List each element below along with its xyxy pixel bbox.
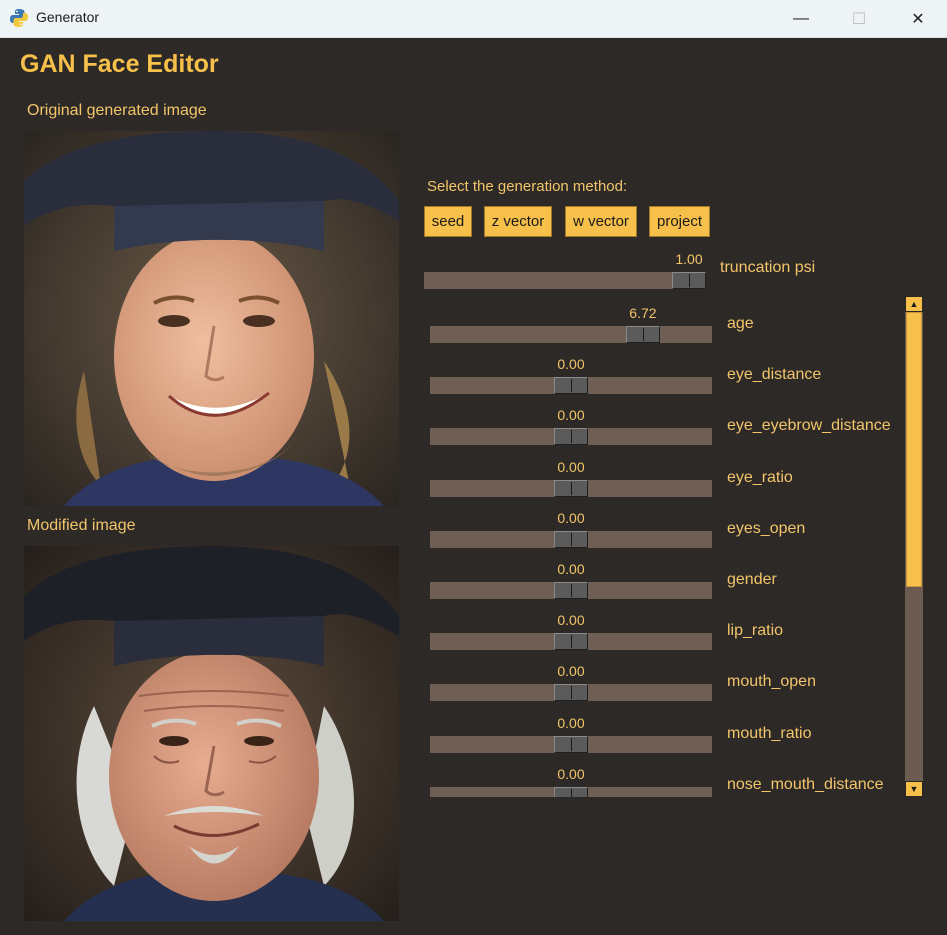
- slider-row-eye-ratio: 0.00 eye_ratio: [430, 450, 900, 500]
- slider-track[interactable]: [430, 530, 712, 548]
- slider-track[interactable]: [430, 377, 712, 395]
- slider-track[interactable]: [430, 326, 712, 343]
- slider-track[interactable]: [430, 786, 712, 797]
- scroll-up-arrow-icon[interactable]: ▲: [905, 296, 923, 312]
- slider-value: 0.00: [557, 356, 585, 373]
- slider-row-age: 6.72 age: [430, 296, 900, 346]
- slider-row-gender: 0.00 gender: [430, 552, 900, 602]
- slider-value: 0.00: [557, 509, 585, 526]
- original-image-label: Original generated image: [27, 102, 207, 119]
- window-title: Generator: [36, 9, 100, 25]
- window-titlebar: Generator — ☐ ✕: [0, 0, 947, 38]
- slider-track[interactable]: [430, 582, 712, 599]
- slider-value: 0.00: [557, 612, 585, 629]
- slider-value: 6.72: [629, 305, 657, 321]
- slider-thumb[interactable]: [625, 326, 660, 343]
- slider-track[interactable]: [430, 735, 712, 753]
- truncation-psi-track[interactable]: [424, 272, 706, 289]
- slider-track[interactable]: [430, 479, 712, 497]
- maximize-icon: ☐: [851, 10, 867, 28]
- slider-thumb[interactable]: [554, 582, 588, 599]
- slider-label: nose_mouth_distance: [727, 775, 884, 793]
- project-button[interactable]: project: [649, 206, 710, 237]
- slider-value: 0.00: [557, 714, 585, 731]
- slider-label: eyes_open: [727, 519, 806, 537]
- slider-label: eye_eyebrow_distance: [727, 417, 891, 435]
- close-button[interactable]: ✕: [895, 0, 941, 37]
- slider-row-mouth-ratio: 0.00 mouth_ratio: [430, 706, 900, 756]
- maximize-button[interactable]: ☐: [836, 0, 882, 37]
- slider-value: 0.00: [557, 765, 585, 782]
- slider-row-mouth-open: 0.00 mouth_open: [430, 654, 900, 704]
- w-vector-button[interactable]: w vector: [565, 206, 637, 237]
- scrollbar[interactable]: ▲ ▼: [905, 296, 923, 797]
- slider-row-nose-mouth-distance: 0.00 nose_mouth_distance: [430, 757, 900, 797]
- truncation-psi-label: truncation psi: [720, 259, 816, 276]
- scroll-down-arrow-icon[interactable]: ▼: [905, 781, 923, 797]
- attribute-slider-list[interactable]: 6.72 age 0.00 eye_distance 0.00 eye_eyebrow_d…: [424, 296, 904, 797]
- slider-row-eyes-open: 0.00 eyes_open: [430, 501, 900, 551]
- slider-value: 0.00: [557, 458, 585, 475]
- slider-row-eye-distance: 0.00 eye_distance: [430, 347, 900, 397]
- slider-value: 0.00: [557, 663, 585, 680]
- truncation-psi-thumb[interactable]: [672, 272, 706, 289]
- truncation-psi-value: 1.00: [675, 251, 703, 267]
- close-icon: ✕: [911, 10, 925, 28]
- slider-track[interactable]: [430, 684, 712, 702]
- slider-value: 0.00: [557, 561, 585, 577]
- slider-label: gender: [727, 571, 777, 588]
- slider-thumb[interactable]: [554, 479, 588, 497]
- minimize-icon: —: [793, 9, 809, 27]
- slider-label: lip_ratio: [727, 622, 784, 640]
- seed-button[interactable]: seed: [424, 206, 472, 237]
- slider-thumb[interactable]: [554, 786, 588, 797]
- original-face-image: [24, 131, 399, 506]
- slider-label: eye_ratio: [727, 468, 793, 486]
- python-app-icon: [10, 9, 28, 27]
- slider-row-lip-ratio: 0.00 lip_ratio: [430, 603, 900, 653]
- truncation-psi-slider-row: 1.00 truncation psi: [424, 250, 844, 295]
- slider-row-eye-eyebrow-distance: 0.00 eye_eyebrow_distance: [430, 398, 900, 448]
- slider-thumb[interactable]: [554, 735, 588, 753]
- app-title: GAN Face Editor: [20, 50, 219, 78]
- slider-label: eye_distance: [727, 366, 822, 384]
- slider-value: 0.00: [557, 407, 585, 424]
- slider-thumb[interactable]: [554, 377, 588, 395]
- slider-thumb[interactable]: [554, 530, 588, 548]
- slider-track[interactable]: [430, 428, 712, 446]
- scrollbar-thumb[interactable]: [906, 312, 922, 587]
- modified-image-label: Modified image: [27, 517, 136, 534]
- slider-thumb[interactable]: [554, 633, 588, 651]
- slider-label: mouth_ratio: [727, 724, 812, 742]
- slider-thumb[interactable]: [554, 428, 588, 446]
- minimize-button[interactable]: —: [778, 0, 824, 37]
- slider-thumb[interactable]: [554, 684, 588, 702]
- slider-label: mouth_open: [727, 673, 816, 691]
- slider-track[interactable]: [430, 633, 712, 651]
- generation-method-label: Select the generation method:: [427, 178, 628, 195]
- z-vector-button[interactable]: z vector: [484, 206, 552, 237]
- slider-label: age: [727, 315, 754, 332]
- modified-face-image: [24, 546, 399, 921]
